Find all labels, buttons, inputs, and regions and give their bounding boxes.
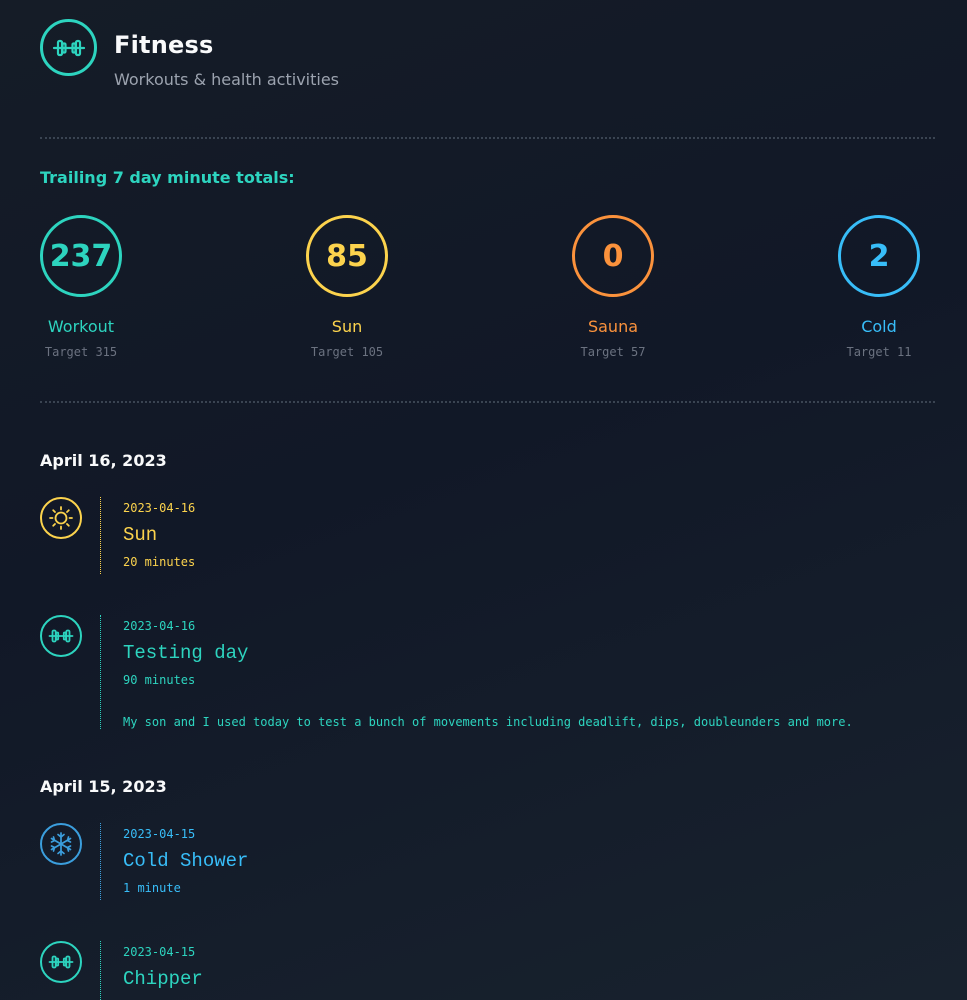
entry-date: 2023-04-15 [123,945,196,959]
stat-workout: 237 Workout Target 315 [21,215,141,359]
entry-duration: 20 minutes [123,555,196,569]
entry-date: 2023-04-16 [123,501,196,515]
stats-row: 237 Workout Target 315 85 Sun Target 105… [0,215,967,375]
stat-target: Target 57 [580,345,646,359]
stat-ring: 85 [306,215,388,297]
entry-body: 2023-04-15 Chipper [100,941,203,1000]
dumbbell-icon [40,941,82,983]
stat-cold: 2 Cold Target 11 [819,215,939,359]
stat-target: Target 11 [846,345,912,359]
stat-label: Cold [861,317,897,336]
page-title: Fitness [114,31,214,59]
day-heading: April 16, 2023 [40,451,167,470]
entry-duration: 1 minute [123,881,181,895]
stat-target: Target 105 [310,345,384,359]
stat-ring: 2 [838,215,920,297]
entry-date: 2023-04-16 [123,619,196,633]
entry-title: Cold Shower [123,850,249,872]
entry-note: My son and I used today to test a bunch … [123,715,853,729]
day-heading: April 15, 2023 [40,777,167,796]
sun-icon [40,497,82,539]
stat-label: Workout [47,317,115,336]
stat-label: Sauna [587,317,639,336]
entry-title: Testing day [123,642,249,664]
entry-date: 2023-04-15 [123,827,196,841]
stats-heading: Trailing 7 day minute totals: [40,168,295,187]
stat-target: Target 315 [44,345,118,359]
dumbbell-icon [40,615,82,657]
entry-title: Chipper [123,968,203,990]
entry-title: Sun [123,524,158,546]
stat-ring: 237 [40,215,122,297]
entry-body: 2023-04-16 Sun 20 minutes [100,497,195,574]
snowflake-icon [40,823,82,865]
divider [40,401,935,403]
dumbbell-icon [40,19,97,76]
entry-duration: 90 minutes [123,673,196,687]
stat-ring: 0 [572,215,654,297]
stat-label: Sun [331,317,363,336]
entry-body: 2023-04-15 Cold Shower 1 minute [100,823,248,900]
stat-sun: 85 Sun Target 105 [287,215,407,359]
page-subtitle: Workouts & health activities [114,70,339,89]
entry-body: 2023-04-16 Testing day 90 minutes My son… [100,615,853,729]
divider [40,137,935,139]
stat-sauna: 0 Sauna Target 57 [553,215,673,359]
page-header: Fitness Workouts & health activities [40,19,339,89]
